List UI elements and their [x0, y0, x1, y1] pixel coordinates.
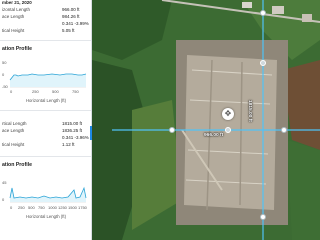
stat-row: 0.341 -3.96%	[2, 135, 89, 142]
x-axis-label: Horizontal Length (ft)	[25, 98, 67, 103]
x-tick: 1000	[48, 205, 58, 210]
elevation-profile-chart[interactable]: 45 0 0 250 500 750 1000 1250 1500 1750	[2, 174, 88, 210]
stat-label: ace Length	[2, 14, 25, 19]
vertical-length-label: 1815.00 ft	[247, 100, 252, 122]
stat-value: 984.26 ft	[62, 14, 80, 19]
y-tick: 0	[2, 197, 5, 202]
x-tick: 500	[28, 205, 35, 210]
stat-label: izontal Length	[2, 7, 31, 12]
x-tick: 750	[72, 89, 79, 94]
stat-value: 1836.25 ft	[62, 128, 83, 133]
divider	[0, 156, 91, 157]
divider	[0, 110, 91, 111]
x-tick: 250	[18, 205, 25, 210]
survey-date: mber 21, 2020	[2, 0, 32, 5]
x-tick: 0	[10, 205, 13, 210]
elevation-profile-title: ation Profile	[2, 162, 32, 168]
stat-row: tical Height 1.12 ft	[2, 142, 88, 149]
stat-value: 966.00 ft	[62, 7, 80, 12]
stat-row: izontal Length 966.00 ft	[2, 7, 88, 14]
stat-row: tical Height 5.05 ft	[2, 28, 88, 35]
divider	[0, 40, 91, 41]
aerial-map[interactable]: ✥ 966.00 ft 1815.00 ft	[92, 0, 320, 240]
measure-handle[interactable]	[169, 127, 175, 133]
measure-handle[interactable]	[260, 10, 266, 16]
measurement-panel: mber 21, 2020 izontal Length 966.00 ft a…	[0, 0, 92, 240]
y-tick: 0	[2, 72, 5, 77]
x-tick: 750	[38, 205, 45, 210]
stat-value: 1815.00 ft	[62, 121, 83, 126]
stat-value: 0.341 -3.96%	[62, 135, 89, 140]
stat-row: 0.341 -3.99%	[2, 21, 89, 28]
x-tick: 500	[52, 89, 59, 94]
stat-row: rtical Length 1815.00 ft	[2, 121, 88, 128]
x-tick: 1500	[68, 205, 78, 210]
y-tick: 45	[2, 180, 7, 185]
stat-value: 5.05 ft	[62, 28, 75, 33]
x-tick: 250	[32, 89, 39, 94]
stat-label: ace Length	[2, 128, 25, 133]
elevation-profile-title: ation Profile	[2, 46, 32, 52]
measure-handle[interactable]	[260, 214, 266, 220]
measure-midpoint-handle[interactable]	[260, 60, 266, 66]
y-tick: -50	[2, 84, 9, 89]
horizontal-length-label: 966.00 ft	[204, 133, 224, 138]
x-tick: 0	[10, 89, 13, 94]
x-tick: 1250	[58, 205, 68, 210]
map-imagery	[92, 0, 320, 240]
stat-row: ace Length 984.26 ft	[2, 14, 88, 21]
move-icon: ✥	[224, 109, 232, 118]
stat-value: 1.12 ft	[62, 142, 75, 147]
measure-handle[interactable]	[281, 127, 287, 133]
y-tick: 50	[2, 60, 7, 65]
stat-value: 0.341 -3.99%	[62, 21, 89, 26]
stat-row: ace Length 1836.25 ft	[2, 128, 88, 135]
move-button[interactable]: ✥	[222, 108, 234, 120]
measure-midpoint-handle[interactable]	[225, 127, 231, 133]
x-axis-label: Horizontal Length (ft)	[25, 214, 67, 219]
elevation-profile-chart[interactable]: 50 0 -50 0 250 500 750	[2, 58, 88, 94]
stat-label: tical Height	[2, 142, 25, 147]
x-tick: 1750	[78, 205, 88, 210]
stat-label: tical Height	[2, 28, 25, 33]
stat-label: rtical Length	[2, 121, 27, 126]
